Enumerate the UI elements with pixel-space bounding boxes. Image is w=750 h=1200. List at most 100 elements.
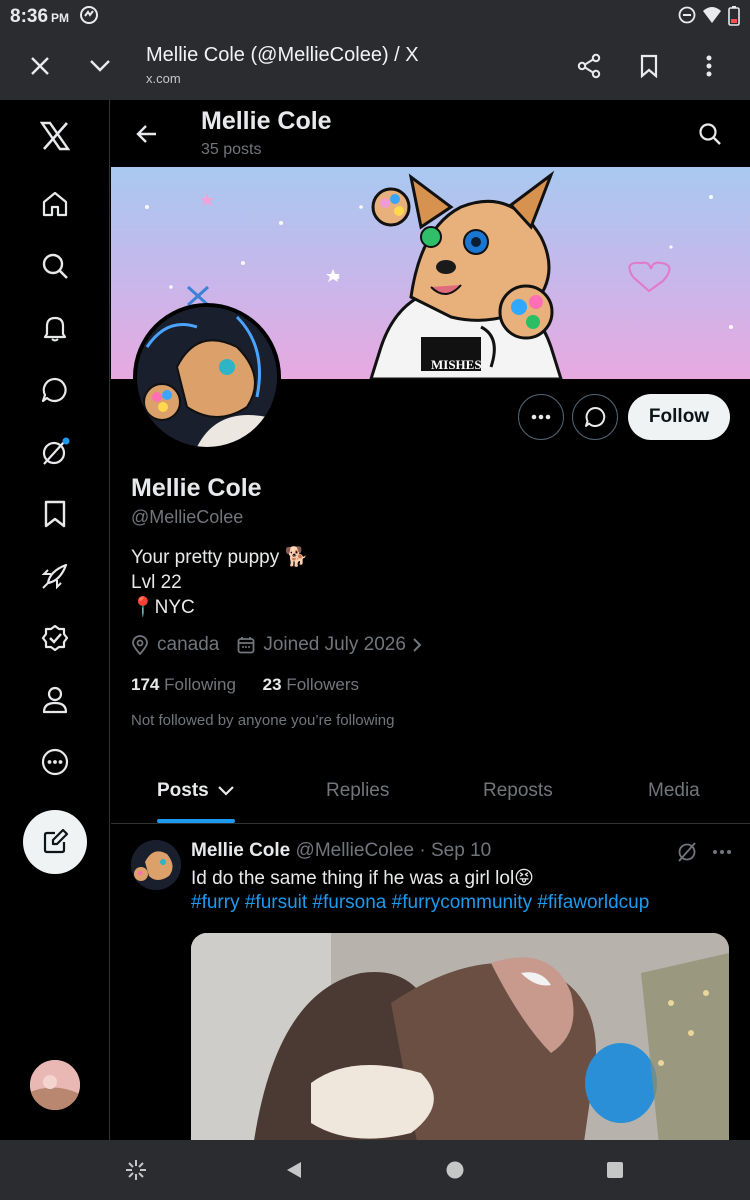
app-notification-icon xyxy=(80,6,98,29)
share-button[interactable] xyxy=(571,48,607,84)
nav-home[interactable] xyxy=(33,182,77,226)
profile-handle: @MellieColee xyxy=(131,507,244,527)
nav-more[interactable] xyxy=(33,740,77,784)
nav-grok[interactable] xyxy=(33,430,77,474)
nav-verified-orgs[interactable] xyxy=(33,616,77,660)
bookmark-icon xyxy=(44,500,66,528)
header-name: Mellie Cole xyxy=(201,107,332,135)
minimize-button[interactable] xyxy=(82,48,118,84)
more-horizontal-icon xyxy=(713,850,731,854)
following-link[interactable]: 174 Following xyxy=(131,675,236,694)
square-recents-icon xyxy=(607,1162,623,1178)
tweet-media[interactable] xyxy=(191,933,729,1140)
status-time: 8:36 PM xyxy=(10,6,70,27)
calendar-icon xyxy=(237,636,255,654)
tweet-more-button[interactable] xyxy=(712,841,732,868)
status-bar: 8:36 PM xyxy=(0,0,750,32)
tweet-author-name[interactable]: Mellie Cole xyxy=(191,840,290,861)
chevron-down-icon xyxy=(217,786,234,796)
grok-icon xyxy=(42,437,70,465)
tweet[interactable]: Mellie Cole @MellieColee · Sep 10 Id do … xyxy=(111,825,750,1140)
chevron-down-icon xyxy=(90,60,110,72)
profile-stats: 174 Following 23 Followers xyxy=(131,675,359,695)
profile-avatar[interactable] xyxy=(133,303,281,451)
account-avatar[interactable] xyxy=(30,1060,80,1110)
page-url: x.com xyxy=(146,71,181,86)
page-title: Mellie Cole (@MellieColee) / X xyxy=(146,44,419,66)
search-icon xyxy=(42,253,68,279)
nav-bookmarks[interactable] xyxy=(33,492,77,536)
tweet-text: Id do the same thing if he was a girl lo… xyxy=(191,868,534,889)
message-icon xyxy=(585,406,606,427)
nav-notifications[interactable] xyxy=(33,306,77,350)
tweet-actions-top xyxy=(676,841,732,868)
compose-icon xyxy=(43,828,69,854)
profile-main: Mellie Cole 35 posts MISHES Follow Melli… xyxy=(111,100,750,1140)
side-nav xyxy=(0,100,110,1140)
tweet-avatar-image xyxy=(131,840,181,890)
more-circle-icon xyxy=(41,748,69,776)
profile-search-button[interactable] xyxy=(692,116,728,152)
tweet-media-image xyxy=(191,933,729,1140)
profile-header: Mellie Cole 35 posts xyxy=(111,100,750,167)
profile-location: canada xyxy=(157,634,220,655)
follow-button[interactable]: Follow xyxy=(628,394,730,440)
nav-messages[interactable] xyxy=(33,368,77,412)
circle-home-icon xyxy=(446,1161,464,1179)
back-nav-button[interactable] xyxy=(282,1158,306,1182)
recents-nav-button[interactable] xyxy=(603,1158,627,1182)
tweet-hashtags[interactable]: #furry #fursuit #fursona #furrycommunity… xyxy=(191,892,649,914)
share-icon xyxy=(577,53,601,79)
grok-explain-button[interactable] xyxy=(676,841,698,868)
profile-meta: canada Joined July 2026 xyxy=(131,634,430,656)
bookmark-icon xyxy=(640,54,658,78)
x-logo-link[interactable] xyxy=(33,114,77,158)
profile-more-button[interactable] xyxy=(518,394,564,440)
home-icon xyxy=(42,191,68,217)
verified-icon xyxy=(41,624,69,652)
browser-menu-button[interactable] xyxy=(691,48,727,84)
assistant-button[interactable] xyxy=(124,1158,148,1182)
followers-link[interactable]: 23 Followers xyxy=(263,675,359,694)
tweet-author-handle[interactable]: @MellieColee xyxy=(296,840,415,861)
tab-media[interactable]: Media xyxy=(648,780,700,802)
message-icon xyxy=(41,377,67,403)
compose-post-button[interactable] xyxy=(23,810,87,874)
triangle-back-icon xyxy=(287,1162,301,1178)
profile-avatar-image xyxy=(137,307,277,447)
profile-icon xyxy=(42,686,68,714)
close-tab-button[interactable] xyxy=(22,48,58,84)
tab-reposts[interactable]: Reposts xyxy=(483,780,553,802)
mutual-followers-note: Not followed by anyone you’re following xyxy=(131,712,395,729)
tweet-separator: · xyxy=(419,840,426,861)
nav-explore[interactable] xyxy=(33,244,77,288)
nav-premium[interactable] xyxy=(33,554,77,598)
bio-line: Your pretty puppy 🐕 xyxy=(131,547,309,568)
banner-shirt-text: MISHES xyxy=(431,357,482,372)
sparkle-icon xyxy=(126,1160,146,1180)
chevron-right-icon[interactable] xyxy=(412,637,422,653)
bio-line: 📍NYC xyxy=(131,597,195,618)
location-icon xyxy=(131,635,149,655)
home-nav-button[interactable] xyxy=(443,1158,467,1182)
bookmark-page-button[interactable] xyxy=(631,48,667,84)
wifi-icon xyxy=(702,6,722,29)
tweet-date[interactable]: Sep 10 xyxy=(431,840,491,861)
arrow-left-icon xyxy=(136,125,156,143)
system-nav-bar xyxy=(0,1140,750,1200)
more-vertical-icon xyxy=(706,55,712,77)
tab-replies[interactable]: Replies xyxy=(326,780,389,802)
nav-profile[interactable] xyxy=(33,678,77,722)
tab-posts[interactable]: Posts xyxy=(157,780,235,802)
search-icon xyxy=(699,123,721,145)
profile-joined[interactable]: Joined July 2026 xyxy=(263,634,406,656)
bio-line: Lvl 22 xyxy=(131,572,182,593)
message-user-button[interactable] xyxy=(572,394,618,440)
bell-icon xyxy=(43,316,67,342)
x-logo-icon xyxy=(40,121,70,151)
profile-bio: Your pretty puppy 🐕 Lvl 22 📍NYC xyxy=(131,545,308,620)
back-button[interactable] xyxy=(129,116,165,152)
grok-icon xyxy=(678,842,696,862)
account-avatar-image xyxy=(30,1060,80,1110)
tweet-avatar[interactable] xyxy=(131,840,181,890)
